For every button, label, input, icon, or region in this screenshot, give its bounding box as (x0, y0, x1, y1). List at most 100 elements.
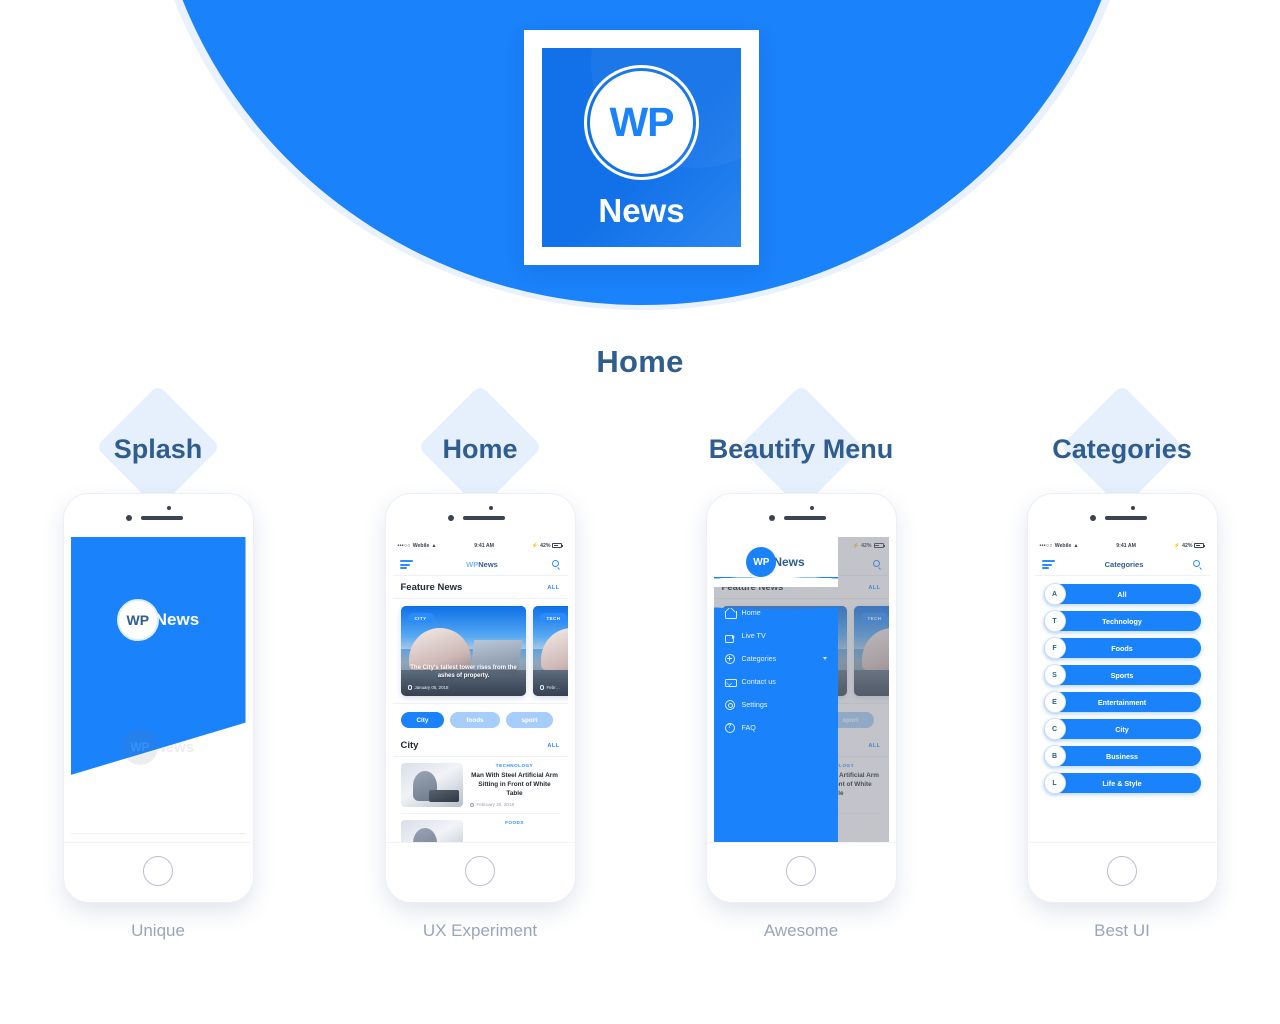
splash-divider (70, 833, 246, 834)
column-title: Categories (1052, 434, 1192, 464)
chip-city[interactable]: City (400, 712, 445, 728)
status-bar-left: •••○○ Webile ▲ (1040, 543, 1079, 549)
article-list: TECHNOLOGY Man With Steel Artificial Arm… (393, 757, 568, 842)
app-bar-title: Categories (1104, 560, 1144, 569)
home-button[interactable] (786, 856, 816, 886)
wifi-icon: ▲ (431, 542, 437, 549)
search-icon[interactable] (1193, 560, 1202, 569)
article-body: FOODS (470, 820, 560, 842)
drawer-menu: Home Live TV Categories Contact us Setti… (713, 577, 838, 842)
category-chips[interactable]: City foods sport (392, 703, 568, 734)
video-camera-icon (724, 631, 735, 643)
hamburger-icon[interactable] (399, 559, 413, 570)
phone-mockup-home: •••○○ Webile ▲ 9:41 AM ⚡ 42% WPNews Feat… (384, 493, 576, 903)
column-header: Beautify Menu (651, 384, 951, 510)
category-row-technology[interactable]: Technology T (1043, 610, 1201, 632)
drawer-item-label: Settings (741, 700, 768, 709)
carrier-label: Webile (1054, 542, 1072, 549)
drawer-item-live-tv[interactable]: Live TV (714, 624, 838, 647)
app-bar-title-wp: WP (466, 560, 479, 569)
city-section-header: City ALL (392, 734, 568, 757)
chip-foods[interactable]: foods (450, 712, 500, 728)
category-label[interactable]: Life & Style (1043, 773, 1201, 793)
column-title: Home (442, 434, 518, 464)
sensor-dot (488, 506, 493, 510)
status-bar-left: •••○○ Webile ▲ (398, 543, 437, 549)
list-item[interactable]: FOODS (400, 814, 560, 842)
drawer-item-categories[interactable]: Categories (714, 647, 838, 670)
article-date-text: February 30, 2018 (476, 802, 515, 808)
status-bar-right: ⚡ 42% (1174, 542, 1206, 549)
search-icon[interactable] (551, 560, 561, 569)
article-thumbnail (400, 763, 463, 807)
article-category: TECHNOLOGY (495, 763, 534, 768)
battery-percent: 42% (1182, 542, 1193, 549)
feature-card[interactable]: TECH Mini k… peer-… Febr… (532, 606, 568, 696)
category-row-all[interactable]: All A (1043, 583, 1201, 605)
earpiece-speaker (141, 516, 183, 520)
phone-bottom-bezel (385, 842, 575, 902)
category-label[interactable]: Sports (1043, 665, 1201, 685)
carrier-label: Webile (412, 542, 430, 549)
category-row-entertainment[interactable]: Entertainment E (1043, 691, 1201, 713)
phone-bottom-bezel (63, 842, 253, 902)
list-item[interactable]: TECHNOLOGY Man With Steel Artificial Arm… (400, 757, 560, 815)
app-bar: Categories (1034, 554, 1210, 576)
signal-dots-icon: •••○○ (1039, 542, 1053, 549)
card-headline: The City's tallest tower rises from the … (410, 664, 517, 679)
category-row-life-style[interactable]: Life & Style L (1043, 772, 1201, 794)
status-bar: •••○○ Webile ▲ 9:41 AM ⚡ 42% (393, 537, 568, 554)
column-caption: UX Experiment (422, 921, 538, 940)
see-all-link[interactable]: ALL (547, 585, 559, 591)
logo-wp-text: WP (609, 99, 674, 145)
feature-card[interactable]: CITY The City's tallest tower rises from… (400, 606, 526, 696)
card-date-text: January 05, 2018 (414, 685, 449, 690)
battery-percent: 42% (540, 542, 551, 549)
drawer-item-settings[interactable]: Settings (714, 693, 838, 716)
category-label[interactable]: Technology (1043, 611, 1201, 631)
navigation-drawer: WP News Home Live TV Categories Contact … (713, 537, 838, 842)
drawer-item-faq[interactable]: ? FAQ (714, 716, 838, 739)
column-header: Categories (972, 384, 1272, 510)
sensor-dot (166, 506, 171, 510)
gear-icon (724, 699, 735, 710)
feature-carousel[interactable]: CITY The City's tallest tower rises from… (393, 599, 568, 703)
article-title: Man With Steel Artificial Arm Sitting in… (471, 771, 558, 798)
wifi-icon: ▲ (1073, 542, 1079, 549)
category-badge: TECH (539, 613, 568, 624)
category-row-foods[interactable]: Foods F (1043, 637, 1201, 659)
category-label[interactable]: Foods (1043, 638, 1201, 658)
logo-ring-icon: WP (584, 65, 699, 180)
screen-column-categories: Categories •••○○ Webile ▲ 9:41 AM ⚡ 42% … (972, 384, 1272, 941)
category-row-sports[interactable]: Sports S (1043, 664, 1201, 686)
screen-column-home: Home •••○○ Webile ▲ 9:41 AM ⚡ 42% WPNews… (330, 384, 630, 941)
screen-column-menu: Beautify Menu •••○○ Webile 9:41 AM ⚡ (651, 384, 951, 941)
see-all-link[interactable]: ALL (547, 743, 559, 749)
status-bar-time: 9:41 AM (474, 542, 494, 549)
drawer-item-label: FAQ (741, 723, 756, 732)
phone-mockup-splash: WP News WP News (62, 493, 254, 903)
drawer-item-label: Contact us (741, 677, 776, 686)
drawer-item-home[interactable]: Home (714, 601, 838, 624)
drawer-item-contact-us[interactable]: Contact us (714, 670, 838, 693)
hamburger-icon[interactable] (1041, 559, 1055, 570)
card-headline: Mini k… peer-… (540, 672, 568, 680)
category-row-business[interactable]: Business B (1043, 745, 1201, 767)
splash-watermark: WP News (71, 729, 246, 765)
front-camera (447, 515, 454, 521)
home-button[interactable] (143, 856, 173, 886)
app-bar-title-news: News (478, 560, 498, 569)
section-title: City (400, 740, 419, 751)
chip-sport[interactable]: sport (505, 712, 554, 728)
chevron-down-icon[interactable] (822, 657, 827, 660)
category-label[interactable]: All (1043, 584, 1201, 604)
category-letter-badge: T (1043, 610, 1066, 632)
home-button[interactable] (1107, 856, 1137, 886)
home-button[interactable] (465, 856, 495, 886)
category-label[interactable]: Business (1043, 746, 1201, 766)
category-row-city[interactable]: City C (1043, 718, 1201, 740)
category-label[interactable]: City (1043, 719, 1201, 739)
drawer-item-label: Home (741, 608, 761, 617)
front-camera (125, 515, 132, 521)
category-label[interactable]: Entertainment (1043, 692, 1201, 712)
